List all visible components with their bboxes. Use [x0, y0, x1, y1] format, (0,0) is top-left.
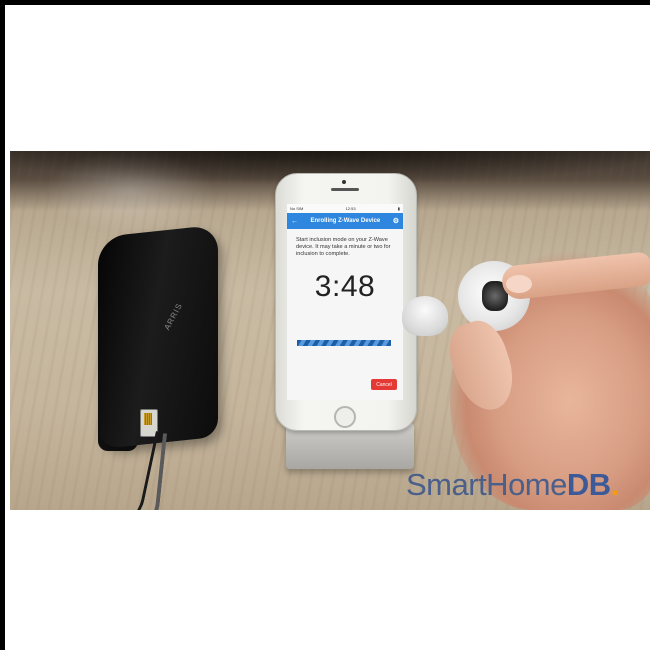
earpiece-speaker: [331, 188, 359, 191]
smartphone: No SIM 12:53 ▮ ← Enrolling Z-Wave Device…: [275, 173, 417, 431]
status-carrier: No SIM: [290, 206, 304, 211]
ethernet-cable: [112, 428, 168, 510]
countdown-timer: 3:48: [314, 270, 376, 303]
inclusion-instruction: Start inclusion mode on your Z-Wave devi…: [296, 237, 391, 257]
battery-icon: ▮: [397, 206, 400, 211]
header-title: Enrolling Z-Wave Device: [310, 218, 381, 224]
progress-bar-fill: [297, 340, 391, 346]
cancel-button[interactable]: Cancel: [371, 379, 397, 390]
progress-bar: [297, 340, 391, 346]
frame-top-border: [0, 0, 650, 5]
home-button: [334, 406, 356, 428]
watermark-dot: .: [610, 467, 620, 502]
sensor-cover: [402, 296, 448, 336]
video-frame-photo: ARRIS No SIM 12:53 ▮ ← Enrolling Z-Wave …: [10, 151, 650, 510]
back-arrow-icon[interactable]: ←: [291, 218, 298, 225]
fingernail: [506, 275, 532, 293]
watermark-smarthome: SmartHome: [406, 467, 567, 502]
frame-left-border: [0, 0, 5, 650]
smarthomedb-watermark: SmartHomeDB.: [406, 467, 619, 503]
phone-screen: No SIM 12:53 ▮ ← Enrolling Z-Wave Device…: [287, 204, 403, 400]
app-header: ← Enrolling Z-Wave Device ⚙: [287, 213, 403, 229]
front-camera: [342, 180, 346, 184]
status-bar: No SIM 12:53 ▮: [287, 204, 403, 213]
hub-router: [98, 224, 218, 450]
watermark-db: DB: [566, 467, 611, 502]
gear-icon[interactable]: ⚙: [393, 217, 399, 225]
status-time: 12:53: [345, 206, 356, 211]
